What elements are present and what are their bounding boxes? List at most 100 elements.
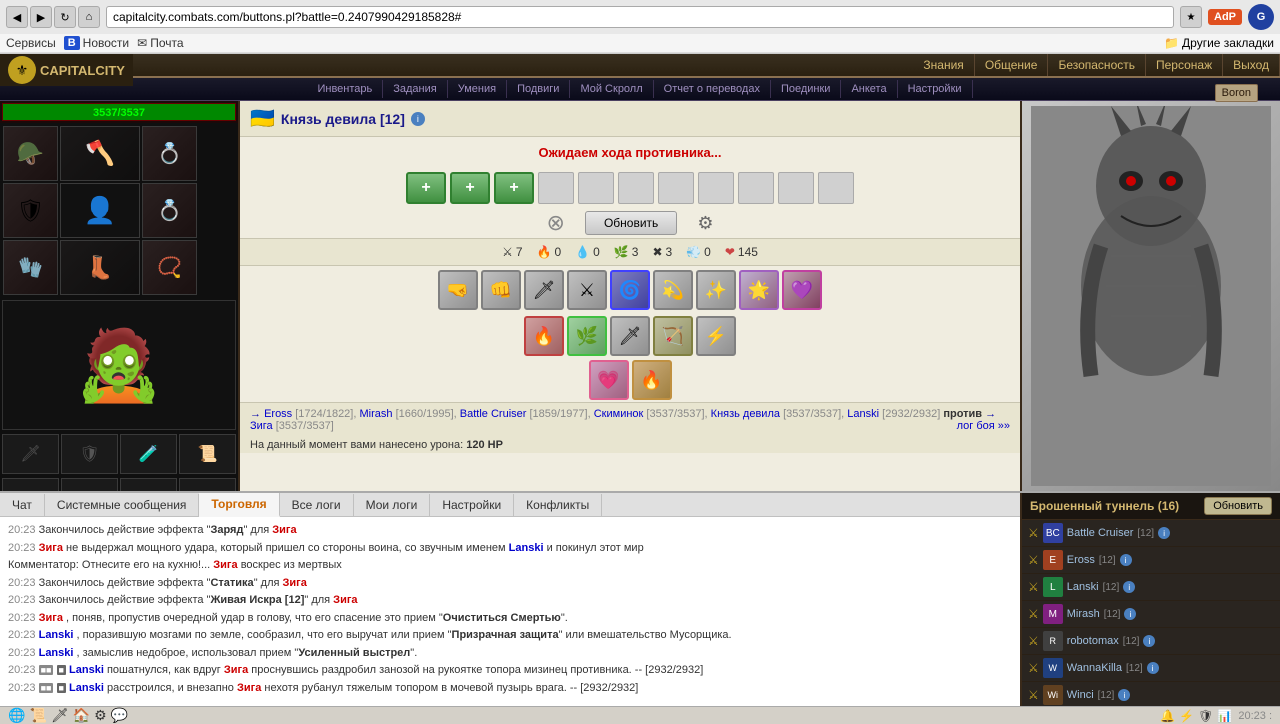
tunnel-name-battlecruiser[interactable]: Battle Cruiser [1067, 527, 1134, 539]
chat-player-lanski3[interactable]: Lanski [39, 647, 74, 659]
action-slot-4[interactable] [658, 172, 694, 204]
chat-tab-trade[interactable]: Торговля [199, 493, 279, 517]
player-mirash[interactable]: Mirash [359, 408, 392, 420]
subnav-achievements[interactable]: Подвиги [507, 80, 570, 98]
settings-gear-icon[interactable]: ⚙ [697, 213, 713, 234]
chat-player-ziga6[interactable]: Зига [39, 612, 63, 624]
player-ziga[interactable]: Зига [250, 420, 273, 432]
skill-slot-r3-1[interactable]: 💗 [589, 360, 629, 400]
action-slot-5[interactable] [698, 172, 734, 204]
equip-slot-ring2[interactable]: 💍 [142, 183, 197, 238]
action-btn-plus3[interactable]: + [494, 172, 534, 204]
tunnel-update-button[interactable]: Обновить [1204, 497, 1272, 515]
player-lanski[interactable]: Lanski [847, 408, 879, 420]
skill-slot-8[interactable]: 🌟 [739, 270, 779, 310]
nav-logout[interactable]: Выход [1223, 54, 1280, 76]
chat-player-ziga3[interactable]: Зига [213, 559, 237, 571]
player-knyaz[interactable]: Князь девила [711, 408, 780, 420]
home-button[interactable]: ⌂ [78, 6, 100, 28]
action-slot-3[interactable] [618, 172, 654, 204]
item-slot-5[interactable]: 21 [2, 478, 59, 491]
subnav-profile[interactable]: Анкета [841, 80, 897, 98]
bookmark-services[interactable]: Сервисы [6, 36, 56, 50]
chat-player-ziga1[interactable]: Зига [272, 524, 296, 536]
skill-slot-r2-3[interactable]: 🗡 [610, 316, 650, 356]
profile-button[interactable]: G [1248, 4, 1274, 30]
subnav-transfers[interactable]: Отчет о переводах [654, 80, 771, 98]
subnav-skills[interactable]: Умения [448, 80, 507, 98]
cancel-icon[interactable]: ⊗ [547, 210, 565, 236]
chat-player-lanski2[interactable]: Lanski [39, 629, 74, 641]
skill-slot-r2-2[interactable]: 🌿 [567, 316, 607, 356]
item-slot-1[interactable]: 🗡 [2, 434, 59, 474]
skill-slot-r2-4[interactable]: 🏹 [653, 316, 693, 356]
subnav-scroll[interactable]: Мой Скролл [570, 80, 653, 98]
chat-player-lanski1[interactable]: Lanski [509, 542, 544, 554]
equip-slot-boots[interactable]: 👢 [60, 240, 140, 295]
item-slot-3[interactable]: 🧪 [120, 434, 177, 474]
chat-tab-mylogs[interactable]: Мои логи [354, 494, 431, 516]
address-bar[interactable] [106, 6, 1174, 28]
item-slot-4[interactable]: 📜 [179, 434, 236, 474]
skill-slot-r3-2[interactable]: 🔥 [632, 360, 672, 400]
chat-player-ziga2[interactable]: Зига [39, 542, 63, 554]
tunnel-name-eross[interactable]: Eross [1067, 554, 1095, 566]
action-slot-8[interactable] [818, 172, 854, 204]
nav-security[interactable]: Безопасность [1048, 54, 1146, 76]
item-slot-7[interactable] [120, 478, 177, 491]
back-button[interactable]: ◀ [6, 6, 28, 28]
chat-player-lanski5[interactable]: Lanski [69, 682, 104, 694]
item-slot-2[interactable]: 🛡 [61, 434, 118, 474]
equip-slot-ring1[interactable]: 💍 [142, 126, 197, 181]
chat-tab-conflicts[interactable]: Конфликты [514, 494, 602, 516]
chat-player-ziga5[interactable]: Зига [333, 594, 357, 606]
chat-player-ziga4[interactable]: Зига [283, 577, 307, 589]
nav-communication[interactable]: Общение [975, 54, 1049, 76]
refresh-button[interactable]: ↻ [54, 6, 76, 28]
info-badge[interactable]: i [411, 112, 425, 126]
player-skiminok[interactable]: Скиминок [594, 408, 644, 420]
action-slot-2[interactable] [578, 172, 614, 204]
skill-slot-4[interactable]: ⚔ [567, 270, 607, 310]
action-slot-6[interactable] [738, 172, 774, 204]
skill-slot-r2-5[interactable]: ⚡ [696, 316, 736, 356]
equip-slot-amulet[interactable]: 📿 [142, 240, 197, 295]
item-slot-8[interactable] [179, 478, 236, 491]
subnav-quests[interactable]: Задания [383, 80, 447, 98]
subnav-inventory[interactable]: Инвентарь [307, 80, 383, 98]
chat-tab-chat[interactable]: Чат [0, 494, 45, 516]
action-btn-plus2[interactable]: + [450, 172, 490, 204]
other-bookmarks[interactable]: 📁 Другие закладки [1164, 36, 1274, 50]
tunnel-name-wannakilla[interactable]: WannaKilla [1067, 662, 1122, 674]
nav-character[interactable]: Персонаж [1146, 54, 1223, 76]
subnav-settings[interactable]: Настройки [898, 80, 973, 98]
chat-player-ziga7[interactable]: Зига [224, 664, 248, 676]
skill-slot-9[interactable]: 💜 [782, 270, 822, 310]
equip-slot-weapon[interactable]: 🪓 [60, 126, 140, 181]
bookmark-star[interactable]: ★ [1180, 6, 1202, 28]
equip-slot-helmet[interactable]: 🪖 [3, 126, 58, 181]
chat-tab-alllogs[interactable]: Все логи [280, 494, 354, 516]
skill-slot-7[interactable]: ✨ [696, 270, 736, 310]
tunnel-name-winci[interactable]: Winci [1067, 689, 1094, 701]
chat-player-ziga8[interactable]: Зига [237, 682, 261, 694]
subnav-duels[interactable]: Поединки [771, 80, 842, 98]
action-slot-7[interactable] [778, 172, 814, 204]
tunnel-name-robotomax[interactable]: robotomax [1067, 635, 1119, 647]
bookmark-mail[interactable]: ✉ Почта [137, 36, 183, 50]
equip-slot-armor[interactable]: 🛡 [3, 183, 58, 238]
chat-tab-system[interactable]: Системные сообщения [45, 494, 200, 516]
adp-button[interactable]: АdP [1208, 9, 1242, 25]
skill-slot-3[interactable]: 🗡 [524, 270, 564, 310]
tunnel-name-lanski[interactable]: Lanski [1067, 581, 1099, 593]
bookmark-news[interactable]: В Новости [64, 36, 129, 50]
player-eross[interactable]: Eross [264, 408, 292, 420]
skill-slot-1[interactable]: 🤜 [438, 270, 478, 310]
chat-player-lanski4[interactable]: Lanski [69, 664, 104, 676]
skill-slot-2[interactable]: 👊 [481, 270, 521, 310]
battle-log-link[interactable]: лог боя »» [957, 420, 1010, 432]
action-btn-plus1[interactable]: + [406, 172, 446, 204]
skill-slot-6[interactable]: 💫 [653, 270, 693, 310]
update-button[interactable]: Обновить [585, 211, 677, 235]
nav-knowledge[interactable]: Знания [913, 54, 974, 76]
